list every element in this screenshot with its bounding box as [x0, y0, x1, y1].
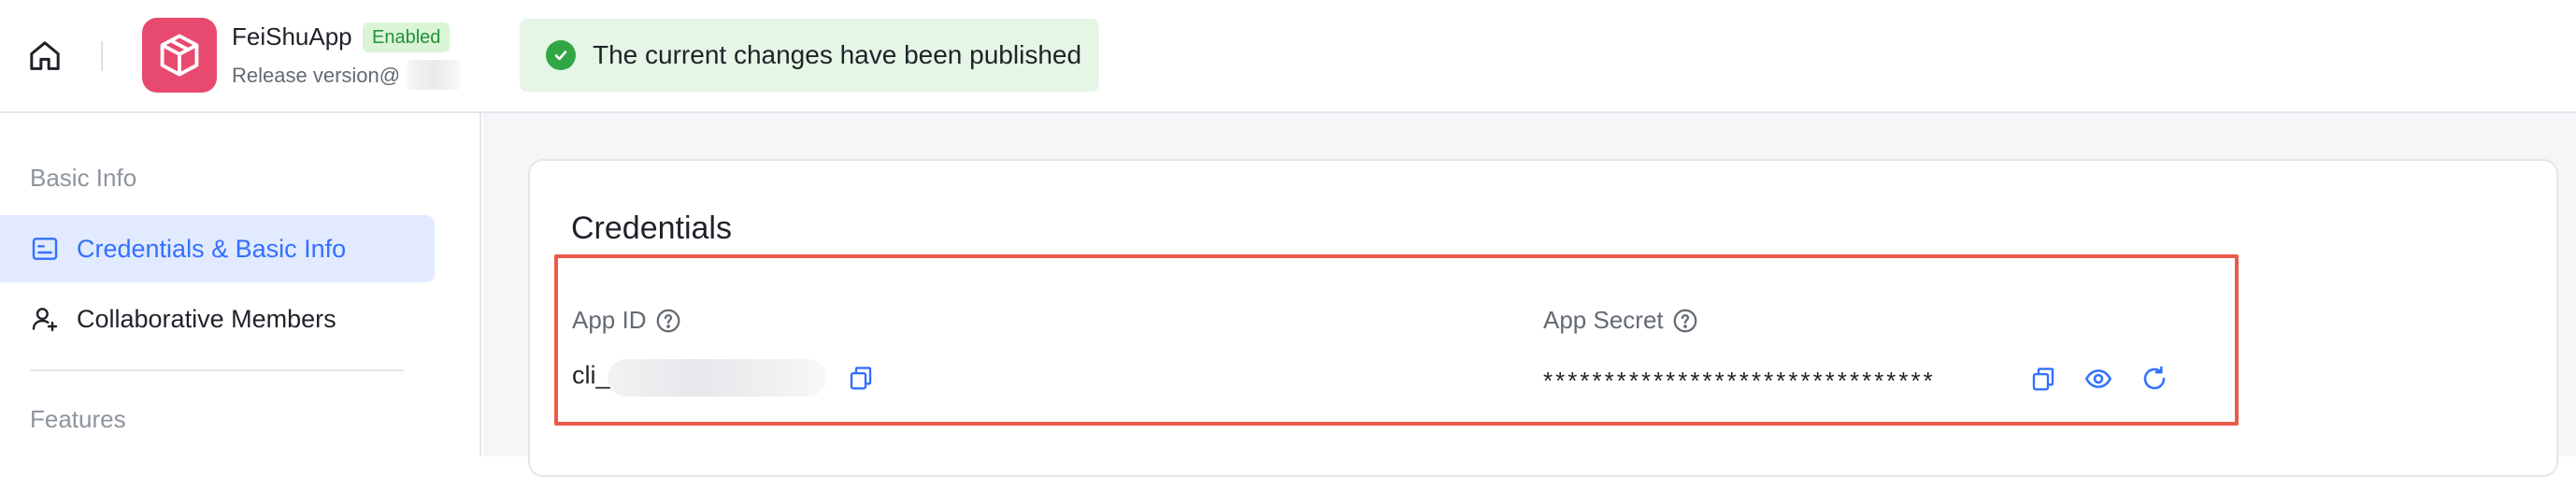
sidebar-section-basic-info: Basic Info — [30, 164, 137, 192]
copy-app-secret-button[interactable] — [2025, 360, 2062, 398]
sidebar-item-collaborative-members[interactable]: Collaborative Members — [0, 285, 435, 353]
release-version-label: Release version@ — [232, 64, 401, 87]
sidebar-item-label: Collaborative Members — [77, 304, 336, 333]
help-icon[interactable] — [654, 307, 682, 335]
sidebar-divider — [30, 369, 404, 371]
app-secret-label-text: App Secret — [1543, 306, 1664, 334]
copy-icon — [850, 367, 872, 390]
home-button[interactable] — [22, 34, 67, 79]
cube-icon — [160, 34, 199, 77]
credentials-title: Credentials — [571, 210, 732, 246]
status-badge: Enabled — [363, 22, 451, 52]
copy-icon — [2032, 368, 2054, 391]
app-logo — [142, 18, 217, 93]
sidebar: Basic Info Credentials & Basic Info Coll… — [0, 113, 481, 456]
redacted-app-id — [608, 359, 826, 397]
refresh-icon — [2143, 366, 2166, 390]
sidebar-section-features: Features — [30, 405, 126, 433]
redacted-version — [408, 60, 460, 90]
sidebar-item-label: Credentials & Basic Info — [77, 234, 347, 263]
show-secret-button[interactable] — [2080, 360, 2117, 398]
top-bar: FeiShuApp Enabled Release version@ The c… — [0, 0, 2576, 113]
app-secret-label: App Secret — [1543, 306, 1699, 335]
credentials-highlight-box — [554, 254, 2239, 426]
header-divider — [101, 41, 103, 71]
copy-app-id-button[interactable] — [842, 359, 880, 397]
toast-message: The current changes have been published — [593, 40, 1082, 69]
eye-icon — [2085, 369, 2111, 388]
app-id-label-text: App ID — [572, 306, 647, 334]
reset-secret-button[interactable] — [2136, 360, 2173, 398]
app-id-value: cli_ — [572, 361, 610, 389]
app-name: FeiShuApp — [232, 22, 352, 51]
help-icon[interactable] — [1671, 307, 1699, 335]
home-icon — [30, 41, 60, 70]
publish-success-toast: The current changes have been published — [520, 19, 1099, 92]
app-id-label: App ID — [572, 306, 682, 335]
sidebar-item-credentials[interactable]: Credentials & Basic Info — [0, 215, 435, 282]
id-card-icon — [32, 238, 58, 260]
app-secret-value: ******************************** — [1543, 367, 1936, 395]
add-member-icon — [32, 308, 58, 332]
check-circle-icon — [546, 40, 576, 70]
